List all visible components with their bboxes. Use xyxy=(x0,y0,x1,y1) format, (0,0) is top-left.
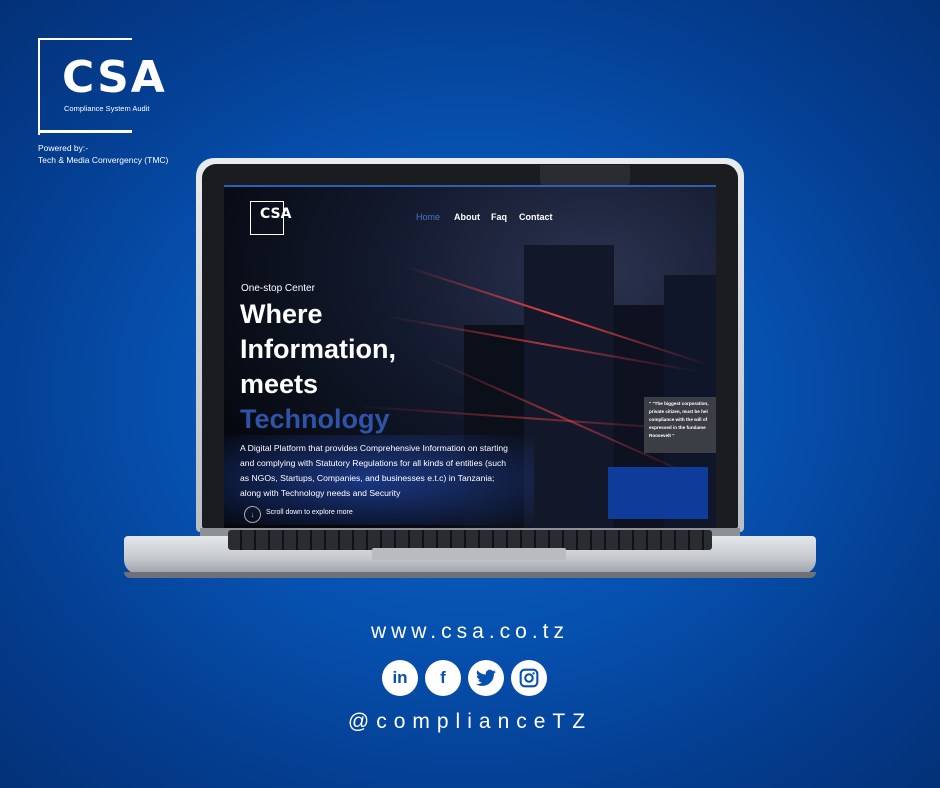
scroll-down-icon[interactable]: ↓ xyxy=(244,506,261,523)
brand-logo: CSA xyxy=(62,52,167,103)
quote-line: expressed in the fundame xyxy=(649,425,706,430)
site-logo-text: CSA xyxy=(260,206,292,222)
brand-subtitle: Compliance System Audit xyxy=(64,104,150,113)
quote-card: " "The biggest corporation, private citi… xyxy=(644,397,716,453)
nav-faq[interactable]: Faq xyxy=(491,212,507,222)
blue-card xyxy=(608,467,708,519)
website-url[interactable]: www.csa.co.tz xyxy=(0,620,940,644)
laptop-trackpad xyxy=(372,548,566,560)
laptop-foot xyxy=(124,572,816,578)
hero-line-1: Where xyxy=(240,299,323,329)
quote-line: compliance with the will of xyxy=(649,417,708,422)
linkedin-icon[interactable]: in xyxy=(382,660,418,696)
hero-line-3: meets xyxy=(240,369,319,399)
social-handle: @complianceTZ xyxy=(347,710,593,733)
quote-line: Roosevelt " xyxy=(649,433,675,438)
nav-contact[interactable]: Contact xyxy=(519,212,553,222)
hero-line-4: Technology xyxy=(240,404,390,434)
twitter-icon[interactable] xyxy=(468,660,504,696)
quote-line: " "The biggest corporation, xyxy=(649,401,709,406)
instagram-icon[interactable] xyxy=(511,660,547,696)
laptop-keyboard xyxy=(228,530,712,550)
hero-description: A Digital Platform that provides Compreh… xyxy=(240,443,508,498)
nav-about[interactable]: About xyxy=(454,212,480,222)
laptop-notch xyxy=(540,165,630,185)
powered-by-label: Powered by:- xyxy=(38,143,89,153)
hero-line-2: Information, xyxy=(240,334,396,364)
hero-eyebrow: One-stop Center xyxy=(241,283,315,294)
quote-line: private citizen, must be hel xyxy=(649,409,708,414)
hero-title: Where Information, meets Technology xyxy=(240,297,396,437)
nav-home[interactable]: Home xyxy=(416,212,440,222)
powered-by: Powered by:- Tech & Media Convergency (T… xyxy=(38,142,168,166)
powered-by-company: Tech & Media Convergency (TMC) xyxy=(38,155,169,165)
laptop-screen: CSA Home About Faq Contact One-stop Cent… xyxy=(224,185,716,528)
facebook-icon[interactable]: f xyxy=(425,660,461,696)
scroll-down-link[interactable]: Scroll down to explore more xyxy=(266,509,353,516)
